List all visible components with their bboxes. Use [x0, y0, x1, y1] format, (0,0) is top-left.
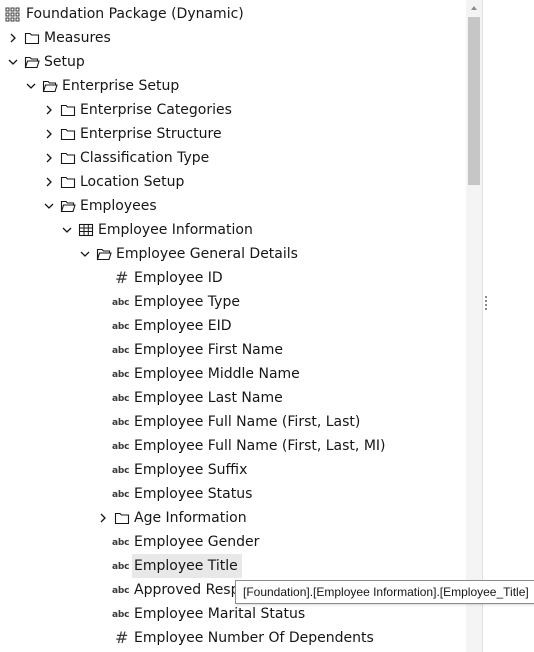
- tree-node-label: Employee ID: [134, 270, 223, 286]
- package-icon: [4, 2, 22, 26]
- tree-node[interactable]: Employee General Details: [0, 242, 466, 266]
- tree-node-label: Location Setup: [80, 174, 185, 190]
- text-icon: abc: [112, 346, 130, 356]
- tree-node[interactable]: abc Employee Gender: [0, 530, 466, 554]
- tree-node[interactable]: abc Employee Type: [0, 290, 466, 314]
- tree-node[interactable]: abc Employee Middle Name: [0, 362, 466, 386]
- text-icon: abc: [112, 298, 130, 308]
- tree-node[interactable]: Foundation Package (Dynamic): [0, 2, 466, 26]
- chevron-down-icon[interactable]: [24, 74, 38, 98]
- tree-node[interactable]: abc Employee Full Name (First, Last): [0, 410, 466, 434]
- text-icon: abc: [112, 610, 130, 620]
- tree-node[interactable]: abc Employee Full Name (First, Last, MI): [0, 434, 466, 458]
- metadata-tree: Foundation Package (Dynamic) Measures Setu…: [0, 2, 466, 650]
- tree-node-label: Setup: [44, 54, 85, 70]
- chevron-right-icon[interactable]: [42, 170, 56, 194]
- tree-node-label: Employee Number Of Dependents: [134, 630, 374, 646]
- tree-node-label: Classification Type: [80, 150, 210, 166]
- tree-node[interactable]: # Employee ID: [0, 266, 466, 290]
- chevron-right-icon[interactable]: [96, 506, 110, 530]
- text-icon: abc: [112, 490, 130, 500]
- tree-node[interactable]: abc Employee Title: [0, 554, 466, 578]
- tree-node[interactable]: Enterprise Structure: [0, 122, 466, 146]
- chevron-right-icon[interactable]: [42, 122, 56, 146]
- tree-node-label: Approved Respi: [134, 582, 244, 598]
- tree-node-label: Employee Status: [134, 486, 253, 502]
- chevron-right-icon[interactable]: [6, 26, 20, 50]
- folder-icon: [60, 170, 78, 194]
- tree-node[interactable]: Setup: [0, 50, 466, 74]
- folder-icon: [60, 122, 78, 146]
- tree-node[interactable]: abc Employee EID: [0, 314, 466, 338]
- tree-node-label: Employee Last Name: [134, 390, 283, 406]
- chevron-down-icon[interactable]: [42, 194, 56, 218]
- tree-node-label: Employee Type: [134, 294, 240, 310]
- tree-node[interactable]: # Employee Number Of Dependents: [0, 626, 466, 650]
- chevron-down-icon[interactable]: [60, 218, 74, 242]
- text-icon: abc: [112, 442, 130, 452]
- metadata-tree-panel: Foundation Package (Dynamic) Measures Setu…: [0, 0, 534, 652]
- folder-open-icon: [96, 242, 114, 266]
- tree-node[interactable]: Classification Type: [0, 146, 466, 170]
- folder-open-icon: [60, 194, 78, 218]
- tree-node-label: Employees: [80, 198, 157, 214]
- scrollbar-thumb[interactable]: [468, 17, 480, 185]
- tree-node[interactable]: abc Employee Last Name: [0, 386, 466, 410]
- text-icon: abc: [112, 394, 130, 404]
- text-icon: abc: [112, 586, 130, 596]
- folder-icon: [24, 26, 42, 50]
- folder-open-icon: [42, 74, 60, 98]
- tree-node[interactable]: abc Employee Status: [0, 482, 466, 506]
- tree-node[interactable]: Employee Information: [0, 218, 466, 242]
- table-icon: [78, 218, 96, 242]
- tree-node-label: Measures: [44, 30, 111, 46]
- text-icon: abc: [112, 322, 130, 332]
- resize-handle-icon[interactable]: [485, 296, 488, 310]
- chevron-down-icon[interactable]: [6, 50, 20, 74]
- folder-icon: [60, 98, 78, 122]
- scroll-up-arrow-icon[interactable]: [470, 4, 478, 12]
- tree-node[interactable]: abc Employee Suffix: [0, 458, 466, 482]
- tree-node-label: Enterprise Setup: [62, 78, 180, 94]
- tree-node-label: Employee First Name: [134, 342, 284, 358]
- panel-divider: [482, 0, 483, 652]
- tree-node-label: Employee Full Name (First, Last, MI): [134, 438, 386, 454]
- tree-node[interactable]: Measures: [0, 26, 466, 50]
- text-icon: abc: [112, 538, 130, 548]
- chevron-down-icon[interactable]: [78, 242, 92, 266]
- tree-node-label: Employee General Details: [116, 246, 298, 262]
- tree-node[interactable]: Employees: [0, 194, 466, 218]
- tree-node[interactable]: abc Employee Marital Status: [0, 602, 466, 626]
- tree-node[interactable]: Enterprise Categories: [0, 98, 466, 122]
- text-icon: abc: [112, 370, 130, 380]
- text-icon: abc: [112, 418, 130, 428]
- tree-node-label: Employee Gender: [134, 534, 260, 550]
- tree-node-label: Employee Suffix: [134, 462, 248, 478]
- text-icon: abc: [112, 562, 130, 572]
- chevron-right-icon[interactable]: [42, 98, 56, 122]
- folder-open-icon: [24, 50, 42, 74]
- path-tooltip: [Foundation].[Employee Information].[Emp…: [235, 580, 534, 604]
- tree-node-label: Employee Information: [98, 222, 253, 238]
- numeric-icon: #: [115, 268, 129, 287]
- tree-node-label: Age Information: [134, 510, 247, 526]
- tree-node-label: Enterprise Structure: [80, 126, 222, 142]
- numeric-icon: #: [115, 628, 129, 647]
- tree-node-label: Employee Marital Status: [134, 606, 306, 622]
- folder-icon: [114, 506, 132, 530]
- tree-node-label: Employee EID: [134, 318, 232, 334]
- folder-icon: [60, 146, 78, 170]
- tree-node[interactable]: Age Information: [0, 506, 466, 530]
- chevron-right-icon[interactable]: [42, 146, 56, 170]
- tree-node-label: Employee Full Name (First, Last): [134, 414, 361, 430]
- tree-node-label: Foundation Package (Dynamic): [26, 6, 244, 22]
- tree-node-label: Employee Title: [132, 554, 242, 578]
- text-icon: abc: [112, 466, 130, 476]
- tree-node-label: Employee Middle Name: [134, 366, 300, 382]
- tree-node-label: Enterprise Categories: [80, 102, 232, 118]
- tree-node[interactable]: Location Setup: [0, 170, 466, 194]
- tree-node[interactable]: abc Employee First Name: [0, 338, 466, 362]
- tree-node[interactable]: Enterprise Setup: [0, 74, 466, 98]
